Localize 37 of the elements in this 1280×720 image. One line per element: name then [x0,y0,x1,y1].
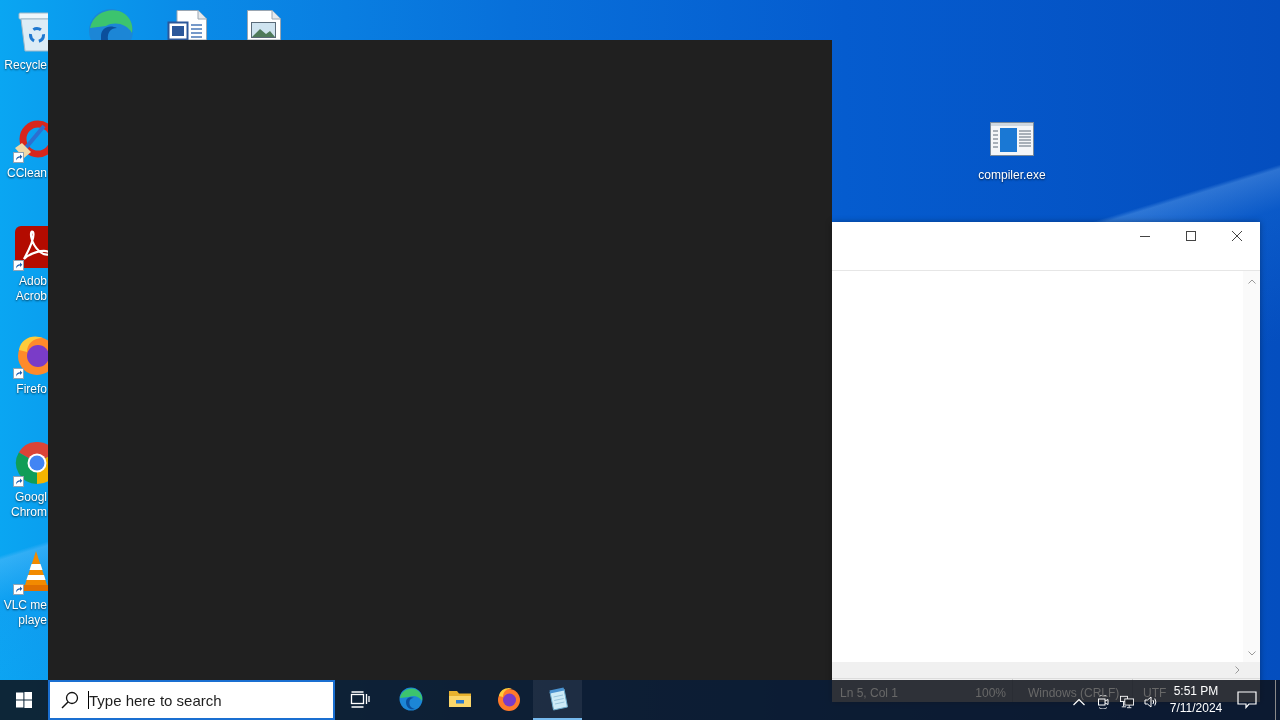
taskbar-app-button[interactable] [533,680,582,720]
picture-document-icon[interactable] [245,10,281,40]
speaker-icon [1144,695,1158,709]
document-icon[interactable] [167,10,207,40]
swirl-tile-icon[interactable] [12,226,48,268]
task-view-icon [350,691,370,709]
window-panes-icon [16,692,32,708]
network-monitor-icon [1120,695,1134,709]
icon-label: VLC me [3,598,48,613]
icon-label: Chrom [11,505,48,520]
icon-label: Recycle [4,58,48,73]
status-text: Windows (CRLF) [1028,687,1120,700]
scroll-down-icon[interactable] [1247,651,1256,656]
horizontal-scrollbar[interactable] [832,662,1243,678]
flame-globe-icon [496,687,521,711]
maximize-icon [1186,231,1196,241]
close-icon [1232,231,1242,241]
text-caret-icon [88,691,89,709]
brush-c-icon[interactable] [12,118,48,160]
vertical-scrollbar[interactable] [1243,271,1260,662]
status-text: Ln 5, Col 1 [840,687,899,700]
icon-label: Adob [18,274,48,289]
icon-label: Firefo [16,382,48,397]
icon-label: Acrob [15,289,48,304]
swirl-circle-icon [398,687,423,711]
program-window-icon[interactable] [990,122,1034,156]
icon-label: playe [18,613,48,628]
search-field[interactable]: Type here to search [48,680,335,720]
search-icon [61,691,79,709]
icon-label: compiler.exe [978,168,1046,183]
status-text: 100% [975,687,1006,700]
status-text: UTF [1143,687,1167,700]
icon-label: CClean [6,166,48,181]
speech-bubble-icon [1237,691,1257,709]
clock-button[interactable]: 5:51 PM 7/11/2024 [1166,680,1226,720]
icon-label: Googl [14,490,48,505]
scroll-up-icon[interactable] [1247,279,1256,284]
